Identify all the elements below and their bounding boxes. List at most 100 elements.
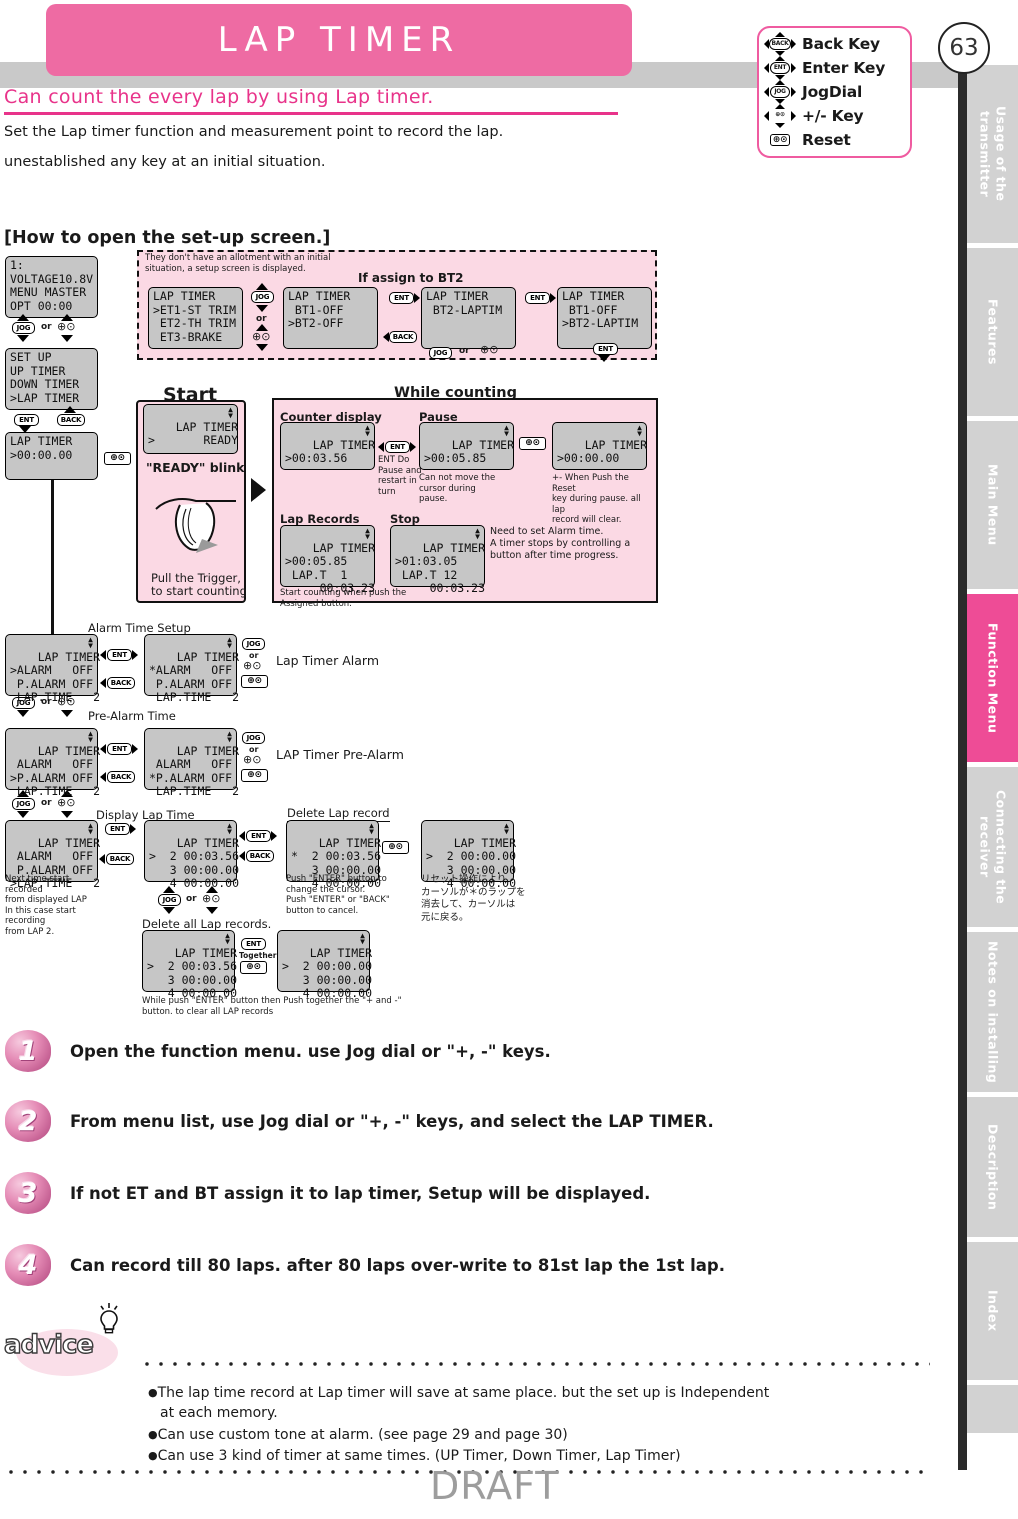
pre-alarm-time-title: Pre-Alarm Time xyxy=(88,709,176,723)
back-key-label: Back Key xyxy=(802,35,880,53)
step-badge: 3 xyxy=(5,1172,51,1214)
lcd-screen-laptime-a: LAP TIMER ALARM OFF P.ALARM OFF >LAP.TIM… xyxy=(5,820,100,890)
back-pill: BACK xyxy=(246,850,274,862)
jog-pill: JOG xyxy=(242,732,265,744)
ent-pill: ENT xyxy=(389,292,414,304)
sidebar-tab-label: Connecting the receiver xyxy=(977,789,1009,905)
setup-note: They don't have an allotment with an ini… xyxy=(145,253,331,274)
page-number-badge: 63 xyxy=(938,22,990,74)
lcd-text: LAP TIMER ALARM OFF >P.ALARM OFF LAP.TIM… xyxy=(10,743,101,799)
arrow-right-icon xyxy=(132,650,138,660)
page-title-banner: LAP TIMER xyxy=(46,4,632,76)
arrow-right-icon xyxy=(130,824,136,834)
arrow-up-icon xyxy=(64,406,76,413)
or-label: or xyxy=(186,894,197,904)
step-number: 1 xyxy=(18,1035,38,1067)
lcd-screen-bt2-selected: LAP TIMER BT1-OFF >BT2-LAPTIM xyxy=(557,287,652,349)
sidebar-tab-features[interactable]: Features xyxy=(967,248,1018,416)
lcd-screen-prealarm-a: LAP TIMER ALARM OFF >P.ALARM OFF LAP.TIM… xyxy=(5,728,100,798)
arrow-right-icon xyxy=(132,744,138,754)
reset-note: +- When Push the Reset key during pause.… xyxy=(552,473,641,525)
bullet-icon: ● xyxy=(148,1386,158,1399)
updown-arrows-icon: ▲ ▼ xyxy=(227,635,232,650)
updown-arrows-icon: ▲ ▼ xyxy=(227,729,232,744)
key-legend-row-back: BACK Back Key xyxy=(764,32,904,56)
sidebar-tab-description[interactable]: Description xyxy=(967,1097,1018,1237)
updown-arrows-icon: ▲ ▼ xyxy=(88,635,93,650)
key-legend-box: BACK Back Key ENT Enter Key JOG JogDial … xyxy=(757,26,912,158)
sidebar-tab-usage[interactable]: Usage of the transmitter xyxy=(967,65,1018,243)
arrow-left-icon xyxy=(239,831,245,841)
sidebar-tab-notes-installing[interactable]: Notes on installing xyxy=(967,932,1018,1092)
updown-arrows-icon: ▲ ▼ xyxy=(88,821,93,836)
howto-heading: [How to open the set-up screen.] xyxy=(4,228,331,248)
lcd-screen-bt-list: LAP TIMER BT1-OFF >BT2-OFF xyxy=(283,287,378,349)
trigger-illustration xyxy=(155,498,236,553)
jog-pill: JOG xyxy=(158,894,181,906)
step-text: Can record till 80 laps. after 80 laps o… xyxy=(70,1255,725,1275)
plus-minus-pill: ⊕⊙ xyxy=(241,769,268,782)
lcd-text: LAP TIMER >00:00.00 xyxy=(557,437,648,466)
sidebar-tab-main-menu[interactable]: Main Menu xyxy=(967,421,1018,589)
updown-arrows-icon: ▲ ▼ xyxy=(637,423,642,438)
intro-underline xyxy=(4,112,618,115)
sidebar-tab-label: Function Menu xyxy=(985,622,1001,734)
jog-pill: JOG xyxy=(251,291,274,303)
lcd-screen-menu: SET UP UP TIMER DOWN TIMER >LAP TIMER xyxy=(5,348,98,410)
key-legend-row-jogdial: JOG JogDial xyxy=(764,80,904,104)
alarm-time-setup-title: Alarm Time Setup xyxy=(88,621,191,635)
delete-all-note: While push "ENTER" button then Push toge… xyxy=(142,996,402,1017)
lcd-text: LAP TIMER >00:05.85 xyxy=(424,437,515,466)
enter-key-icon: ENT xyxy=(764,56,796,80)
sidebar-tab-connecting-receiver[interactable]: Connecting the receiver xyxy=(967,767,1018,927)
plus-minus-pill: ⊕⊙ xyxy=(519,437,546,450)
arrow-right-icon xyxy=(410,442,416,452)
updown-arrows-icon: ▲ ▼ xyxy=(365,526,370,541)
enter-key-glyph: ENT xyxy=(770,62,790,74)
lcd-screen-stop: LAP TIMER >01:03.05 LAP.T 12 00:03.23 ▲ ▼ xyxy=(390,525,485,595)
step-4: 4 Can record till 80 laps. after 80 laps… xyxy=(5,1244,725,1286)
lcd-screen-status: 1: VOLTAGE10.8V MENU MASTER OPT 00:00 xyxy=(5,256,98,318)
updown-arrows-icon: ▲ ▼ xyxy=(228,405,233,420)
page-title: LAP TIMER xyxy=(217,20,461,60)
or-label: or xyxy=(41,322,52,332)
lcd-screen-lap-timer: LAP TIMER >00:00.00 xyxy=(5,432,98,480)
back-pill: BACK xyxy=(107,771,135,783)
or-label: or xyxy=(256,314,267,324)
sidebar-tab-label: Notes on installing xyxy=(985,940,1001,1084)
sidebar-tab-index[interactable]: Index xyxy=(967,1242,1018,1380)
arrow-down-icon xyxy=(61,710,73,717)
sidebar-tab-blank xyxy=(967,1385,1018,1433)
arrow-left-icon xyxy=(378,442,384,452)
arrow-up-icon xyxy=(163,886,175,893)
lcd-text: LAP TIMER ALARM OFF *P.ALARM OFF LAP.TIM… xyxy=(149,743,240,799)
arrow-left-icon xyxy=(100,678,106,688)
jogdial-glyph: JOG xyxy=(770,86,790,98)
step-2: 2 From menu list, use Jog dial or "+, -"… xyxy=(5,1100,714,1142)
arrow-down-icon xyxy=(256,305,268,312)
lcd-text: LAP TIMER >01:03.05 LAP.T 12 00:03.23 xyxy=(395,540,486,596)
ent-pill: ENT xyxy=(525,292,550,304)
arrow-left-icon xyxy=(239,851,245,861)
key-legend-row-enter: ENT Enter Key xyxy=(764,56,904,80)
manual-page: LAP TIMER 63 BACK Back Key ENT Enter Key… xyxy=(0,0,1018,1519)
lcd-screen-reset: LAP TIMER >00:00.00 ▲ ▼ xyxy=(552,422,647,470)
ent-pill: ENT xyxy=(14,414,39,426)
updown-arrows-icon: ▲ ▼ xyxy=(504,821,509,836)
delete-all-title: Delete all Lap records. xyxy=(142,917,272,931)
step-number: 2 xyxy=(18,1105,38,1137)
arrow-left-icon xyxy=(383,332,389,342)
plus-minus-key-label: +/- Key xyxy=(802,107,864,125)
lcd-text: LAP TIMER >00:03.56 xyxy=(285,437,376,466)
ent-pill: ENT xyxy=(105,823,130,835)
jogdial-icon: JOG xyxy=(764,80,796,104)
delete-lap-note: Push "ENTER" button to change the cursor… xyxy=(286,874,390,916)
step-1: 1 Open the function menu. use Jog dial o… xyxy=(5,1030,551,1072)
trigger-caption: Pull the Trigger, to start counting xyxy=(151,571,247,598)
plus-minus-pill: ⊕⊙ xyxy=(382,841,409,854)
ready-blink-caption: "READY" blink xyxy=(146,460,245,475)
lcd-text: LAP TIMER >ALARM OFF P.ALARM OFF LAP.TIM… xyxy=(10,649,101,705)
step-3: 3 If not ET and BT assign it to lap time… xyxy=(5,1172,650,1214)
advice-label: advice xyxy=(3,1329,94,1360)
sidebar-tab-function-menu[interactable]: Function Menu xyxy=(967,594,1018,762)
